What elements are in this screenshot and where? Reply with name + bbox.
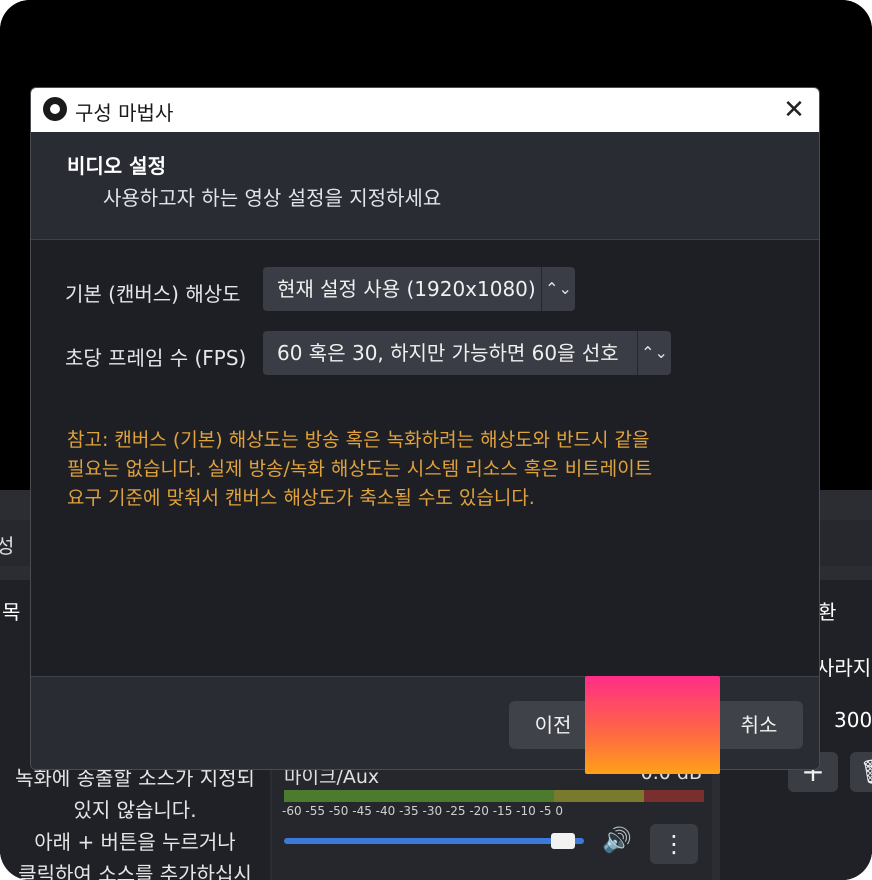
transition-duration[interactable]: 300 xyxy=(834,708,872,732)
close-button[interactable]: ✕ xyxy=(777,93,811,127)
dock-label-left: 성 xyxy=(0,534,15,558)
screenshot-frame: 성 목 환 사라지 300 + 🗑 녹화에 송출할 소스가 지정되 있지 않습니… xyxy=(0,0,872,880)
canvas-resolution-note: 참고: 캔버스 (기본) 해상도는 방송 혹은 녹화하려는 해상도와 반드시 같… xyxy=(67,426,787,513)
resolution-value: 현재 설정 사용 (1920x1080) xyxy=(277,277,536,301)
fps-label: 초당 프레임 수 (FPS) xyxy=(65,346,247,370)
page-title: 비디오 설정 xyxy=(67,154,166,178)
configuration-wizard-dialog: 구성 마법사 ✕ 비디오 설정 사용하고자 하는 영상 설정을 지정하세요 기본… xyxy=(30,87,820,770)
sources-panel-title: 목 xyxy=(2,600,21,624)
sources-empty-line: 아래 + 버튼을 누르거나 xyxy=(34,830,236,854)
dialog-footer: 이전 다음 취소 xyxy=(31,676,819,769)
next-button[interactable]: 다음 xyxy=(611,701,701,749)
note-line: 필요는 없습니다. 실제 방송/녹화 해상도는 시스템 리소스 혹은 비트레이트 xyxy=(67,458,653,480)
cancel-button[interactable]: 취소 xyxy=(715,701,803,749)
trash-icon[interactable]: 🗑 xyxy=(850,752,872,792)
fps-select[interactable]: 60 혹은 30, 하지만 가능하면 60을 선호 ⌃⌄ xyxy=(263,331,671,375)
volume-slider-handle[interactable] xyxy=(551,833,575,849)
updown-chevron-icon: ⌃⌄ xyxy=(541,267,575,311)
volume-slider[interactable] xyxy=(284,838,584,844)
transition-name[interactable]: 사라지 xyxy=(816,652,871,681)
meter-yellow xyxy=(554,790,644,802)
dialog-titlebar: 구성 마법사 ✕ xyxy=(31,88,819,132)
volume-meter xyxy=(284,790,704,802)
speaker-icon[interactable]: 🔊 xyxy=(602,826,632,854)
audio-mixer-panel: 마이크/Aux 0.0 dB -60 -55 -50 -45 -40 -35 -… xyxy=(272,760,712,880)
dialog-title: 구성 마법사 xyxy=(75,101,174,125)
previous-button[interactable]: 이전 xyxy=(509,701,597,749)
more-options-icon[interactable]: ⋮ xyxy=(650,824,698,864)
resolution-label: 기본 (캔버스) 해상도 xyxy=(65,282,241,306)
page-subtitle: 사용하고자 하는 영상 설정을 지정하세요 xyxy=(103,186,442,210)
obs-logo-icon xyxy=(43,97,67,121)
sources-empty-line: 클릭하여 소스를 추가하십시 xyxy=(18,862,252,880)
note-line: 참고: 캔버스 (기본) 해상도는 방송 혹은 녹화하려는 해상도와 반드시 같… xyxy=(67,429,650,451)
note-line: 요구 기준에 맞춰서 캔버스 해상도가 축소될 수도 있습니다. xyxy=(67,487,535,509)
meter-green xyxy=(284,790,554,802)
meter-red xyxy=(644,790,704,802)
updown-chevron-icon: ⌃⌄ xyxy=(637,331,671,375)
dialog-header: 비디오 설정 사용하고자 하는 영상 설정을 지정하세요 xyxy=(31,132,819,240)
fps-value: 60 혹은 30, 하지만 가능하면 60을 선호 xyxy=(277,341,619,365)
resolution-select[interactable]: 현재 설정 사용 (1920x1080) ⌃⌄ xyxy=(263,267,575,311)
meter-scale: -60 -55 -50 -45 -40 -35 -30 -25 -20 -15 … xyxy=(282,804,563,818)
sources-empty-line: 있지 않습니다. xyxy=(73,798,197,822)
sources-empty-message: 녹화에 송출할 소스가 지정되 있지 않습니다. 아래 + 버튼을 누르거나 클… xyxy=(0,762,270,880)
transitions-panel-title: 환 xyxy=(818,600,837,624)
